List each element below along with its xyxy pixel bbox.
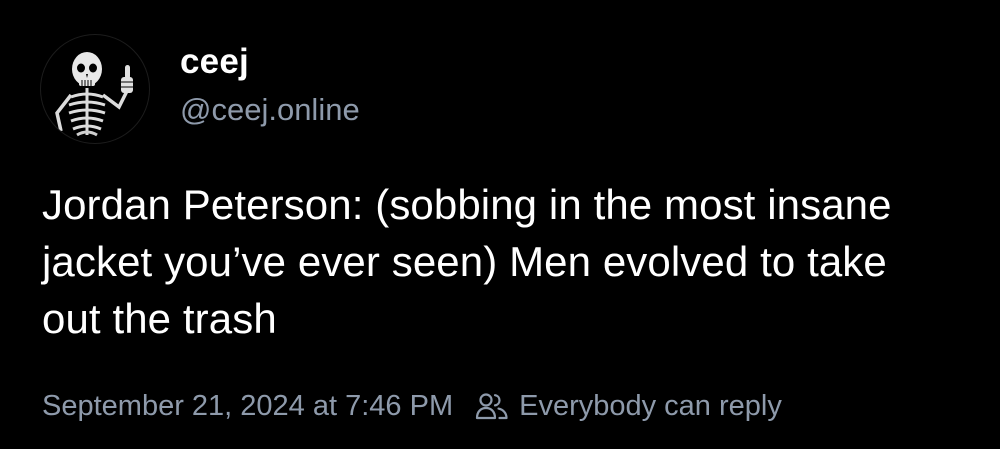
post-meta: September 21, 2024 at 7:46 PM Everybody … xyxy=(42,386,782,426)
author-names: ceej @ceej.online xyxy=(180,40,360,130)
skeleton-thumbs-up-icon xyxy=(55,52,133,137)
handle[interactable]: @ceej.online xyxy=(180,90,360,130)
post-header: ceej @ceej.online xyxy=(40,34,360,144)
people-icon xyxy=(475,391,509,421)
reply-setting[interactable]: Everybody can reply xyxy=(519,386,782,426)
post-text: Jordan Peterson: (sobbing in the most in… xyxy=(42,181,892,342)
display-name[interactable]: ceej xyxy=(180,40,360,84)
post-card: ceej @ceej.online Jordan Peterson: (sobb… xyxy=(0,0,1000,449)
avatar[interactable] xyxy=(40,34,150,144)
timestamp[interactable]: September 21, 2024 at 7:46 PM xyxy=(42,386,453,426)
